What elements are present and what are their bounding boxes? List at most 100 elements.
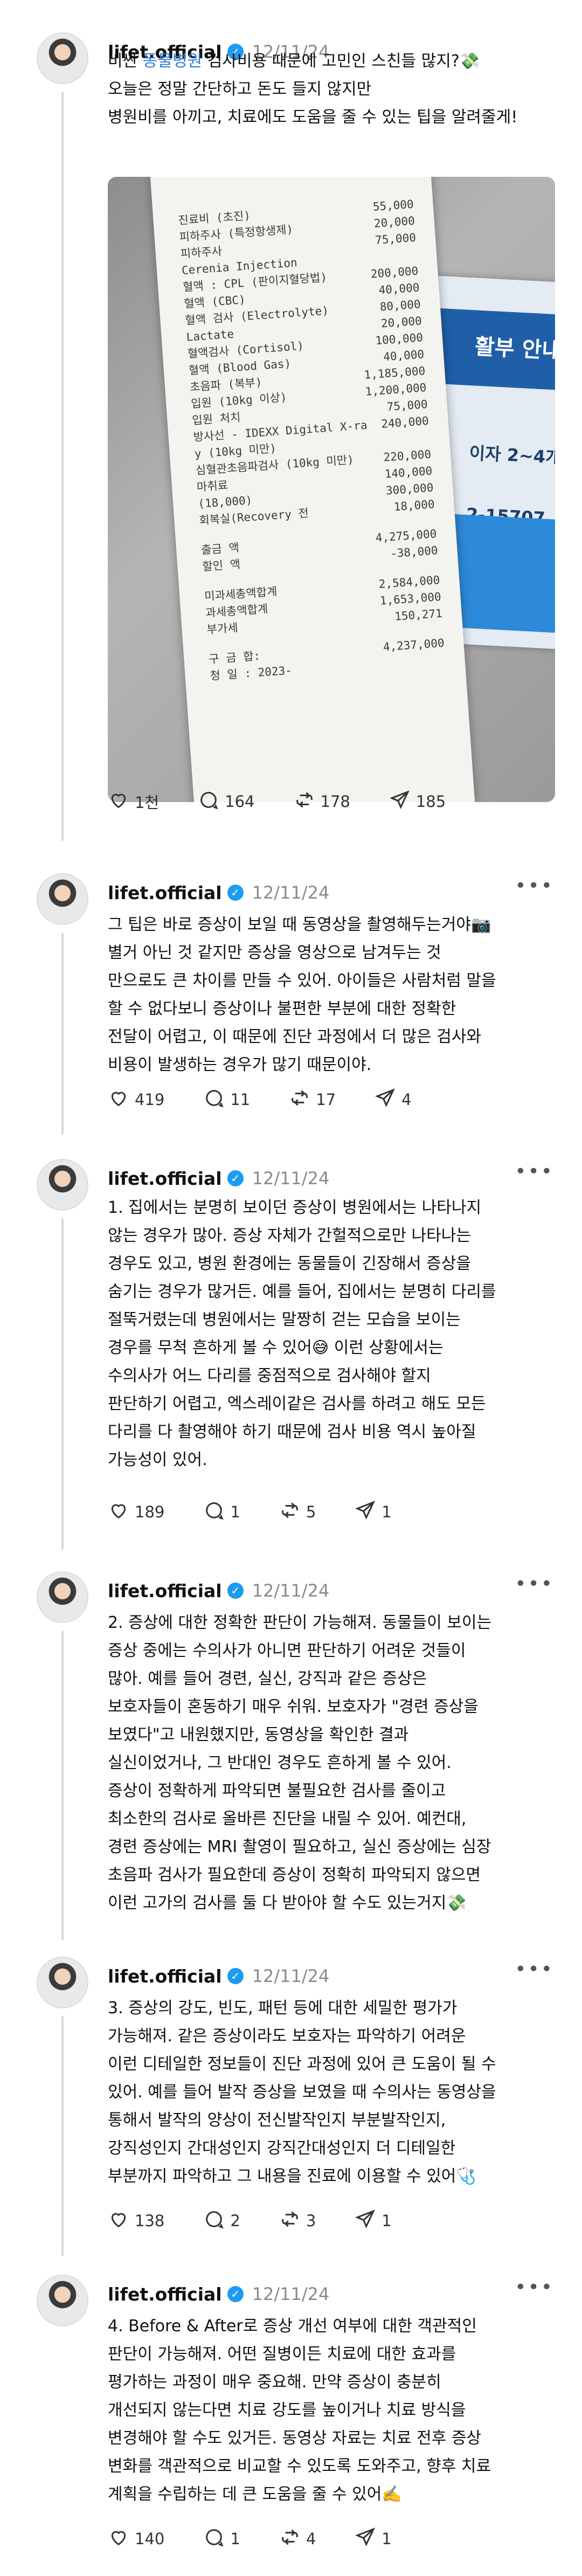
post-text-line: 숨기는 경우가 많거든. 예를 들어, 집에서는 분명히 다리를 (108, 1278, 560, 1306)
comment-button[interactable]: 11 (203, 1087, 250, 1113)
share-button[interactable]: 1 (355, 1500, 392, 1525)
like-count: 138 (135, 2212, 165, 2230)
thread-connector-line (61, 1218, 64, 1550)
post-text-line: 비싼 동물병원 검사비용 때문에 고민인 스친들 많지?💸 (108, 47, 560, 75)
post-date: 12/11/24 (252, 882, 330, 903)
text-segment: 1. 집에서는 분명히 보이던 증상이 병원에서는 나타나지 (108, 1198, 482, 1217)
repost-button[interactable]: 5 (279, 1500, 316, 1525)
verified-badge-icon: ✓ (227, 1968, 244, 1984)
hospital-hashtag-link[interactable]: 동물병원 (143, 52, 202, 71)
repost-button[interactable]: 178 (294, 789, 350, 814)
avatar[interactable] (37, 2275, 88, 2326)
repost-icon (279, 2208, 301, 2234)
repost-button[interactable]: 4 (279, 2526, 316, 2552)
share-icon (355, 2208, 376, 2234)
like-button[interactable]: 1천 (108, 789, 159, 814)
avatar[interactable] (37, 1957, 88, 2008)
comment-icon (203, 2208, 225, 2234)
text-segment: 전달이 어렵고, 이 때문에 진단 과정에서 더 많은 검사와 (108, 1027, 482, 1046)
like-button[interactable]: 138 (108, 2208, 164, 2234)
pamphlet-line: 이자 2~4개월 (468, 443, 555, 469)
comment-button[interactable]: 1 (203, 2526, 240, 2552)
comment-button[interactable]: 164 (198, 789, 255, 814)
share-button[interactable]: 1 (355, 2526, 392, 2552)
share-count: 185 (415, 792, 446, 811)
repost-button[interactable]: 3 (279, 2208, 316, 2234)
repost-icon (289, 1087, 310, 1113)
text-segment: 그 팁은 바로 증상이 보일 때 동영상을 촬영해두는거야📷 (108, 915, 491, 934)
repost-button[interactable]: 17 (289, 1087, 336, 1113)
like-count: 1천 (135, 793, 160, 812)
username[interactable]: lifet.official (108, 1168, 222, 1189)
receipt-photo[interactable]: 활부 안내이자 2~4개월2-15707의료센터)진료비 (초진)55,000피… (108, 177, 555, 802)
repost-count: 5 (306, 1503, 316, 1521)
username[interactable]: lifet.official (108, 1580, 222, 1601)
comment-count: 164 (225, 792, 255, 811)
post-text-line: 가능성이 있어. (108, 1446, 560, 1474)
post-date: 12/11/24 (252, 2284, 330, 2304)
post-text-line: 증상 중에는 수의사가 아니면 판단하기 어려운 것들이 (108, 1637, 560, 1665)
receipt: 진료비 (초진) 55,000 피하주사 (특정항생제) 20,000 피하주사 75,0… (150, 177, 475, 802)
text-segment: 절뚝거렸는데 병원에서는 말짱히 걷는 모습을 보이는 (108, 1310, 461, 1329)
share-button[interactable]: 1 (355, 2208, 392, 2234)
post-text-line: 판단하기 어렵고, 엑스레이같은 검사를 하려고 해도 모든 (108, 1390, 560, 1418)
share-count: 1 (382, 2212, 392, 2230)
like-count: 419 (135, 1090, 165, 1109)
post-actions: 140 1 4 1 (108, 2525, 431, 2552)
post-text-line: 계획을 수립하는 데 큰 도움을 줄 수 있어✍️ (108, 2481, 560, 2509)
comment-icon (203, 1500, 225, 1525)
like-button[interactable]: 189 (108, 1500, 164, 1525)
more-icon[interactable]: ••• (515, 1959, 554, 1980)
avatar[interactable] (37, 873, 88, 925)
avatar[interactable] (37, 1571, 88, 1623)
more-icon[interactable]: ••• (515, 2277, 554, 2298)
text-segment: 수의사가 어느 다리를 중점적으로 검사해야 할지 (108, 1366, 431, 1385)
post-text-line: 수의사가 어느 다리를 중점적으로 검사해야 할지 (108, 1362, 560, 1390)
share-button[interactable]: 4 (375, 1087, 412, 1113)
more-icon[interactable]: ••• (515, 875, 554, 897)
text-segment: 최소한의 검사로 올바른 진단을 내릴 수 있어. 예컨대, (108, 1810, 467, 1828)
like-count: 189 (135, 1503, 165, 1521)
comment-button[interactable]: 1 (203, 1500, 240, 1525)
pamphlet-title: 활부 안내 (474, 334, 555, 364)
avatar[interactable] (37, 1159, 88, 1211)
verified-badge-icon: ✓ (227, 885, 244, 901)
thread-connector-line (61, 92, 64, 841)
post-text: 2. 증상에 대한 정확한 판단이 가능해져. 동물들이 보이는 증상 중에는 수… (108, 1609, 560, 1917)
post-text-line: 별거 아닌 것 같지만 증상을 영상으로 남겨두는 것 (108, 939, 560, 967)
more-icon[interactable]: ••• (515, 1573, 554, 1595)
verified-badge-icon: ✓ (227, 1583, 244, 1599)
share-button[interactable]: 185 (389, 789, 446, 814)
verified-badge-icon: ✓ (227, 1170, 244, 1186)
post-text-line: 절뚝거렸는데 병원에서는 말짱히 걷는 모습을 보이는 (108, 1306, 560, 1334)
repost-icon (279, 1500, 301, 1525)
share-icon (355, 1500, 376, 1525)
post-text-line: 할 수 없다보니 증상이나 불편한 부분에 대한 정확한 (108, 995, 560, 1023)
comment-icon (198, 789, 219, 814)
text-segment: 경련 증상에는 MRI 촬영이 필요하고, 실신 증상에는 심장 (108, 1838, 491, 1856)
username[interactable]: lifet.official (108, 1966, 222, 1987)
like-button[interactable]: 140 (108, 2526, 164, 2552)
post-text-line: 있어. 예를 들어 발작 증상을 보였을 때 수의사는 동영상을 (108, 2078, 560, 2107)
text-segment: 보호자들이 혼동하기 매우 쉬워. 보호자가 "경련 증상을 (108, 1697, 479, 1716)
comment-button[interactable]: 2 (203, 2208, 240, 2234)
text-segment: 만으로도 큰 차이를 만들 수 있어. 아이들은 사람처럼 말을 (108, 971, 496, 990)
more-icon[interactable]: ••• (515, 1161, 554, 1183)
username[interactable]: lifet.official (108, 2284, 222, 2305)
heart-icon (108, 1087, 129, 1113)
post-actions: 419 11 17 4 (108, 1086, 451, 1113)
post-text-line: 판단이 가능해져. 어떤 질병이든 치료에 대한 효과를 (108, 2340, 560, 2368)
username[interactable]: lifet.official (108, 882, 222, 903)
avatar[interactable] (37, 32, 88, 84)
like-button[interactable]: 419 (108, 1087, 164, 1113)
post-text-line: 1. 집에서는 분명히 보이던 증상이 병원에서는 나타나지 (108, 1194, 560, 1222)
text-segment: 변경해야 할 수도 있거든. 동영상 자료는 치료 전후 증상 (108, 2429, 482, 2448)
share-count: 4 (401, 1090, 412, 1109)
comment-count: 1 (230, 2530, 240, 2548)
text-segment: 경우를 무척 흔하게 볼 수 있어😅 이런 상황에서는 (108, 1338, 444, 1357)
text-segment: 검사비용 때문에 고민인 스친들 많지?💸 (202, 52, 480, 71)
heart-icon (108, 1500, 129, 1525)
text-segment: 부분까지 파악하고 그 내용을 진료에 이용할 수 있어🩺 (108, 2167, 476, 2186)
post-text-line: 변화를 객관적으로 비교할 수 있도록 도와주고, 향후 치료 (108, 2453, 560, 2481)
thread-connector-line (61, 933, 64, 1135)
